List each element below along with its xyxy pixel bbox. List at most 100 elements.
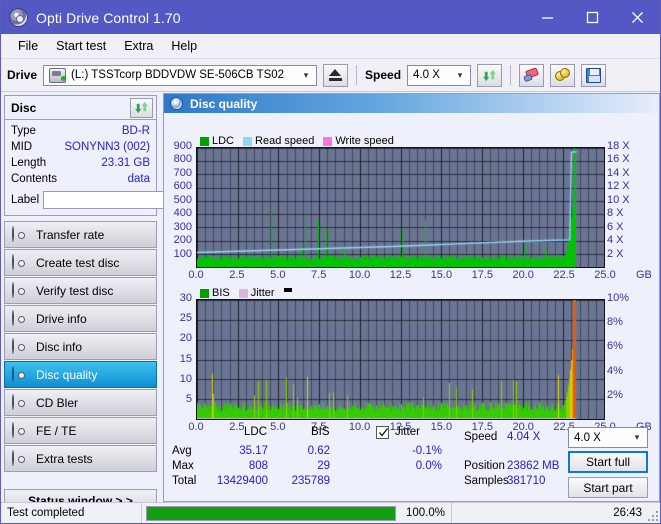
sidebar-label: CD Bler (36, 395, 79, 410)
sidebar-item-disc-info[interactable]: Disc info (4, 333, 157, 360)
legend-label: Jitter (250, 287, 275, 299)
speed-stat-key: Speed (464, 431, 498, 443)
y-tick-label: 300 (173, 220, 192, 233)
stats-avg-bis: 0.62 (307, 445, 330, 457)
legend-marker (283, 288, 292, 292)
legend-jitter: Jitter (238, 287, 275, 299)
speed-select[interactable]: 4.0 X ▾ (407, 64, 472, 86)
y-tick-label: 700 (173, 166, 192, 179)
disc-type-key: Type (11, 125, 36, 137)
sidebar-item-disc-quality[interactable]: Disc quality (4, 361, 157, 388)
y2-tick-label: 2% (607, 388, 623, 401)
disc-length-key: Length (11, 157, 47, 169)
y-tick-label: 600 (173, 180, 192, 193)
menu-help[interactable]: Help (162, 36, 206, 56)
result-speed-value: 4.0 X (574, 431, 601, 444)
drive-select[interactable]: (L:) TSSTcorp BDDVDW SE-506CB TS02 ▾ (43, 64, 318, 86)
y2-tick-label: 10 X (607, 193, 630, 206)
disc-icon (12, 225, 28, 243)
legend-label: BIS (212, 287, 230, 299)
close-icon[interactable] (615, 1, 660, 34)
maximize-icon[interactable] (570, 1, 615, 34)
page-title: Disc quality (190, 96, 258, 111)
refresh-icon (483, 69, 496, 81)
sidebar-item-create-test-disc[interactable]: Create test disc (4, 249, 157, 276)
disc-icon (12, 449, 28, 467)
y2-tick-label: 4% (607, 364, 623, 377)
disc-row-mid: MID SONYNN3 (002) (11, 139, 150, 155)
result-speed-select[interactable]: 4.0 X ▾ (568, 427, 648, 448)
stats-avg-ldc: 35.17 (239, 445, 268, 457)
sidebar-label: Create test disc (36, 255, 120, 270)
chevron-down-icon: ▾ (634, 432, 640, 442)
chevron-down-icon: ▾ (457, 69, 463, 80)
speed-label: Speed (365, 68, 402, 82)
stats-row-total-key: Total (172, 475, 197, 487)
erase-button[interactable] (519, 63, 545, 87)
y2-tick-label: 12 X (607, 180, 630, 193)
status-divider-2 (451, 502, 453, 523)
disc-refresh-button[interactable] (130, 97, 153, 118)
start-part-button[interactable]: Start part (568, 477, 648, 498)
legend-read-speed: Read speed (243, 135, 314, 147)
bis-plot-area (196, 299, 605, 420)
sidebar-item-cd-bler[interactable]: CD Bler (4, 389, 157, 416)
toolbar-divider-2 (510, 65, 512, 85)
y-tick-label: 500 (173, 193, 192, 206)
legend-ldc: LDC (200, 135, 234, 147)
save-icon (586, 67, 602, 83)
disc-label-key: Label (11, 194, 40, 206)
stats-max-bis: 29 (317, 460, 330, 472)
save-button[interactable] (581, 63, 607, 87)
y-tick-label: 20 (179, 332, 192, 345)
sidebar-label: FE / TE (36, 423, 77, 438)
bookmark-button[interactable] (550, 63, 576, 87)
jitter-checkbox[interactable] (376, 426, 389, 439)
status-message: Test completed (7, 507, 85, 519)
stats-total-ldc: 13429400 (216, 475, 268, 487)
coins-icon (554, 68, 571, 82)
title-bar: Opti Drive Control 1.70 (1, 1, 660, 34)
progress-percent: 100.0% (406, 507, 446, 519)
bis-chart-legend: BIS Jitter (200, 287, 292, 299)
disc-icon (12, 253, 28, 271)
refresh-button[interactable] (477, 63, 503, 87)
y-tick-label: 10 (179, 372, 192, 385)
disc-icon (12, 281, 28, 299)
menu-file[interactable]: File (9, 36, 47, 56)
sidebar-item-transfer-rate[interactable]: Transfer rate (4, 221, 157, 248)
sidebar-item-extra-tests[interactable]: Extra tests (4, 445, 157, 472)
disc-label-row: Label (11, 190, 254, 210)
ldc-plot-area (196, 147, 605, 268)
menu-extra[interactable]: Extra (115, 36, 162, 56)
y-tick-label: 30 (179, 292, 192, 304)
sidebar-item-verify-test-disc[interactable]: Verify test disc (4, 277, 157, 304)
check-icon (379, 428, 389, 437)
disc-contents-key: Contents (11, 173, 58, 185)
stats-row-avg-key: Avg (172, 445, 192, 457)
panel-header: Disc quality (164, 94, 659, 113)
x-tick-label: 20.0 (512, 269, 534, 281)
eject-button[interactable] (323, 63, 349, 87)
stats-avg-jitter: -0.1% (411, 445, 442, 457)
legend-swatch (200, 288, 209, 298)
eraser-icon (522, 66, 540, 82)
start-full-button[interactable]: Start full (568, 451, 648, 473)
disc-info-title: Disc (11, 100, 37, 115)
status-bar: Test completed 100.0% 26:43 (1, 502, 660, 523)
position-stat-value: 23862 MB (507, 460, 560, 472)
disc-icon (12, 337, 28, 355)
sidebar-item-fe-te[interactable]: FE / TE (4, 417, 157, 444)
sidebar-item-drive-info[interactable]: Drive info (4, 305, 157, 332)
menu-start-test[interactable]: Start test (47, 36, 115, 56)
x-tick-label: 12.5 (389, 269, 412, 281)
disc-icon (12, 365, 28, 383)
drive-icon (49, 67, 67, 83)
legend-swatch (243, 136, 253, 146)
sidebar-label: Extra tests (36, 451, 93, 466)
legend-bis: BIS (200, 287, 230, 299)
y2-tick-label: 18 X (607, 140, 630, 152)
minimize-icon[interactable] (525, 1, 570, 34)
resize-grip[interactable] (646, 509, 658, 521)
